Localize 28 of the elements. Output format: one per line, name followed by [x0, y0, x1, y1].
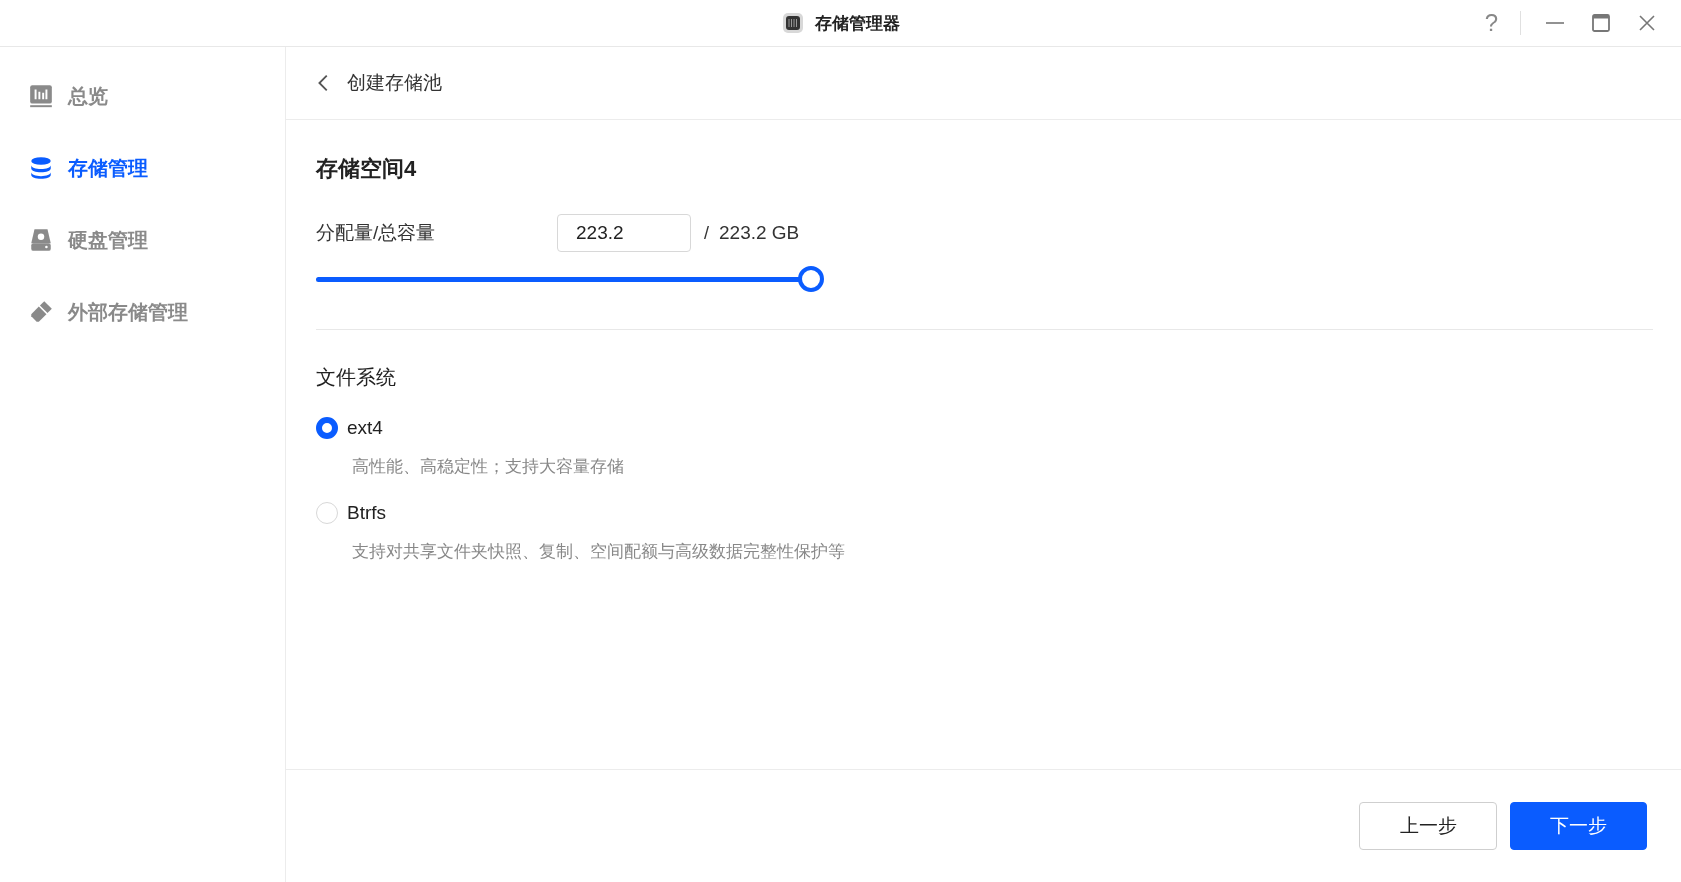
sidebar-item[interactable]: 硬盘管理 [0, 226, 248, 254]
option-description: 支持对共享文件夹快照、复制、空间配额与高级数据完整性保护等 [351, 541, 846, 563]
maximize-icon[interactable] [1589, 11, 1613, 35]
sidebar-item[interactable]: 总览 [0, 82, 248, 110]
sidebar-item[interactable]: 存储管理 [0, 154, 248, 182]
slider-thumb[interactable] [798, 266, 824, 292]
slider[interactable] [316, 266, 824, 292]
page-title: 创建存储池 [347, 71, 442, 95]
app-icon [781, 11, 805, 35]
window-title: 存储管理器 [815, 12, 900, 35]
next-button[interactable]: 下一步 [1510, 802, 1647, 850]
section-label: 文件系统 [316, 365, 397, 390]
separator-text: / [704, 222, 709, 244]
radio-label[interactable]: Btrfs [347, 502, 387, 524]
sidebar-item[interactable]: 外部存储管理 [0, 298, 248, 326]
total-capacity-text: 223.2 GB [719, 222, 800, 244]
section-title: 存储空间4 [316, 155, 418, 183]
radio-label[interactable]: ext4 [347, 417, 383, 439]
help-button[interactable]: ? [1484, 9, 1498, 37]
usb-drive-icon [28, 299, 54, 325]
field-label: 分配量/总容量 [316, 221, 437, 245]
back-button[interactable]: 上一步 [1359, 802, 1497, 850]
chart-icon [28, 83, 54, 109]
option-description: 高性能、高稳定性；支持大容量存储 [351, 456, 625, 478]
radio-button[interactable] [316, 417, 338, 439]
capacity-input-field[interactable]: 223.2 [557, 214, 691, 252]
hard-disk-icon [28, 227, 54, 253]
database-icon [28, 155, 54, 181]
